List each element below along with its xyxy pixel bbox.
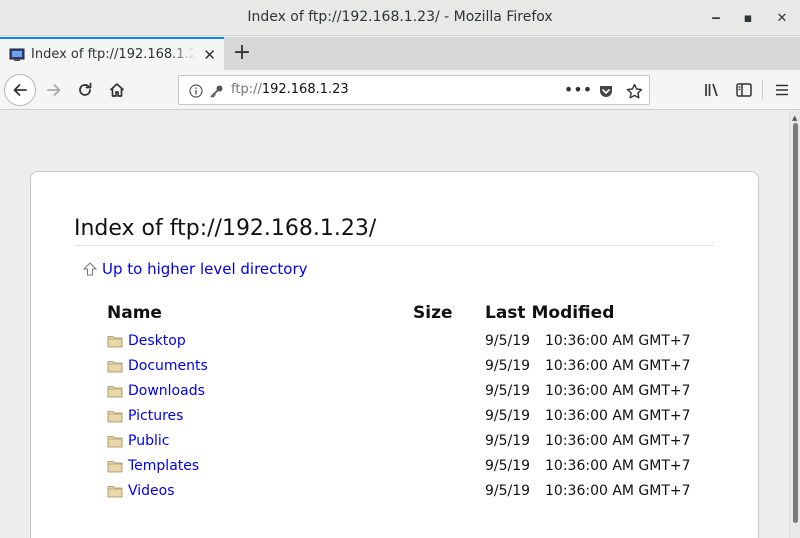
scrollbar-thumb[interactable]	[793, 123, 798, 523]
date-cell: 9/5/19	[485, 482, 531, 499]
size-cell	[413, 478, 485, 503]
time-cell: 10:36:00 AM GMT+7	[545, 332, 691, 349]
folder-icon	[107, 410, 123, 422]
table-row: Public 9/5/19 10:36:00 AM GMT+7	[107, 428, 695, 453]
reload-button[interactable]	[73, 78, 97, 102]
folder-icon	[107, 335, 123, 347]
library-icon[interactable]	[700, 78, 724, 102]
time-cell: 10:36:00 AM GMT+7	[545, 407, 691, 424]
date-cell: 9/5/19	[485, 457, 531, 474]
name-cell: Downloads	[107, 378, 413, 403]
time-cell: 10:36:00 AM GMT+7	[545, 382, 691, 399]
table-row: Downloads 9/5/19 10:36:00 AM GMT+7	[107, 378, 695, 403]
folder-icon	[107, 460, 123, 472]
scroll-up-arrow-icon[interactable]: ▲	[792, 114, 797, 122]
table-row: Desktop 9/5/19 10:36:00 AM GMT+7	[107, 328, 695, 353]
info-icon[interactable]	[187, 82, 205, 100]
date-cell: 9/5/19	[485, 432, 531, 449]
folder-link[interactable]: Public	[128, 433, 169, 449]
tab-strip: Index of ftp://192.168.1.23/ ✕ +	[0, 37, 800, 70]
size-cell	[413, 328, 485, 353]
minimize-button[interactable]: ‒	[706, 8, 726, 28]
date-cell: 9/5/19	[485, 382, 531, 399]
close-window-button[interactable]: ✕	[772, 8, 792, 28]
folder-link[interactable]: Pictures	[128, 408, 183, 424]
date-cell: 9/5/19	[485, 357, 531, 374]
window-title: Index of ftp://192.168.1.23/ - Mozilla F…	[247, 9, 553, 25]
folder-link[interactable]: Downloads	[128, 383, 205, 399]
folder-link[interactable]: Desktop	[128, 333, 186, 349]
home-button[interactable]	[105, 78, 129, 102]
directory-listing-card: Index of ftp://192.168.1.23/ Up to highe…	[30, 171, 759, 538]
name-cell: Videos	[107, 478, 413, 503]
new-tab-button[interactable]: +	[230, 40, 254, 66]
column-header-name[interactable]: Name	[107, 298, 413, 328]
time-cell: 10:36:00 AM GMT+7	[545, 457, 691, 474]
column-header-size[interactable]: Size	[413, 298, 485, 328]
name-cell: Desktop	[107, 328, 413, 353]
size-cell	[413, 353, 485, 378]
maximize-button[interactable]: ▪	[738, 8, 758, 28]
forward-arrow-icon	[47, 84, 61, 96]
up-directory-label[interactable]: Up to higher level directory	[102, 260, 308, 278]
size-cell	[413, 378, 485, 403]
time-cell: 10:36:00 AM GMT+7	[545, 357, 691, 374]
monitor-icon	[9, 47, 25, 63]
url-bar[interactable]: ftp://192.168.1.23 •••	[178, 75, 650, 105]
table-header-row: Name Size Last Modified	[107, 298, 695, 328]
pocket-icon[interactable]	[597, 82, 615, 100]
key-icon[interactable]	[207, 82, 225, 100]
reload-icon	[79, 82, 92, 96]
tab-label: Index of ftp://192.168.1.23/	[31, 47, 195, 62]
home-icon	[109, 83, 125, 97]
time-cell: 10:36:00 AM GMT+7	[545, 432, 691, 449]
name-cell: Pictures	[107, 403, 413, 428]
bookmark-star-icon[interactable]	[625, 82, 643, 100]
up-arrow-icon	[82, 262, 98, 276]
url-text[interactable]: ftp://192.168.1.23	[231, 82, 349, 97]
folder-link[interactable]: Templates	[128, 458, 199, 474]
table-row: Videos 9/5/19 10:36:00 AM GMT+7	[107, 478, 695, 503]
folder-icon	[107, 435, 123, 447]
forward-button[interactable]	[42, 78, 66, 102]
up-directory-link[interactable]: Up to higher level directory	[82, 260, 308, 278]
tab-ftp-index[interactable]: Index of ftp://192.168.1.23/ ✕	[0, 37, 224, 70]
url-scheme: ftp://	[231, 82, 262, 97]
sidebar-toggle-icon[interactable]	[732, 78, 756, 102]
table-row: Documents 9/5/19 10:36:00 AM GMT+7	[107, 353, 695, 378]
vertical-scrollbar[interactable]: ▲	[789, 111, 800, 538]
size-cell	[413, 403, 485, 428]
page-title: Index of ftp://192.168.1.23/	[74, 216, 714, 246]
name-cell: Documents	[107, 353, 413, 378]
toolbar-divider	[762, 80, 763, 100]
window-titlebar: Index of ftp://192.168.1.23/ - Mozilla F…	[0, 0, 800, 36]
time-cell: 10:36:00 AM GMT+7	[545, 482, 691, 499]
table-row: Pictures 9/5/19 10:36:00 AM GMT+7	[107, 403, 695, 428]
folder-icon	[107, 360, 123, 372]
navigation-toolbar: ftp://192.168.1.23 •••	[0, 70, 800, 110]
back-arrow-icon	[13, 84, 27, 96]
date-cell: 9/5/19	[485, 407, 531, 424]
column-header-modified[interactable]: Last Modified	[485, 298, 695, 328]
folder-icon	[107, 485, 123, 497]
page-content: Index of ftp://192.168.1.23/ Up to highe…	[0, 111, 790, 538]
date-cell: 9/5/19	[485, 332, 531, 349]
folder-link[interactable]: Documents	[128, 358, 208, 374]
url-host: 192.168.1.23	[261, 82, 349, 97]
name-cell: Public	[107, 428, 413, 453]
size-cell	[413, 428, 485, 453]
folder-link[interactable]: Videos	[128, 483, 175, 499]
file-table: Name Size Last Modified Desktop 9/5/19 10:…	[107, 298, 695, 503]
close-tab-button[interactable]: ✕	[203, 46, 216, 64]
name-cell: Templates	[107, 453, 413, 478]
table-row: Templates 9/5/19 10:36:00 AM GMT+7	[107, 453, 695, 478]
back-button[interactable]	[4, 74, 36, 106]
page-actions-icon[interactable]: •••	[564, 80, 592, 99]
hamburger-menu-icon[interactable]	[770, 78, 794, 102]
folder-icon	[107, 385, 123, 397]
size-cell	[413, 453, 485, 478]
